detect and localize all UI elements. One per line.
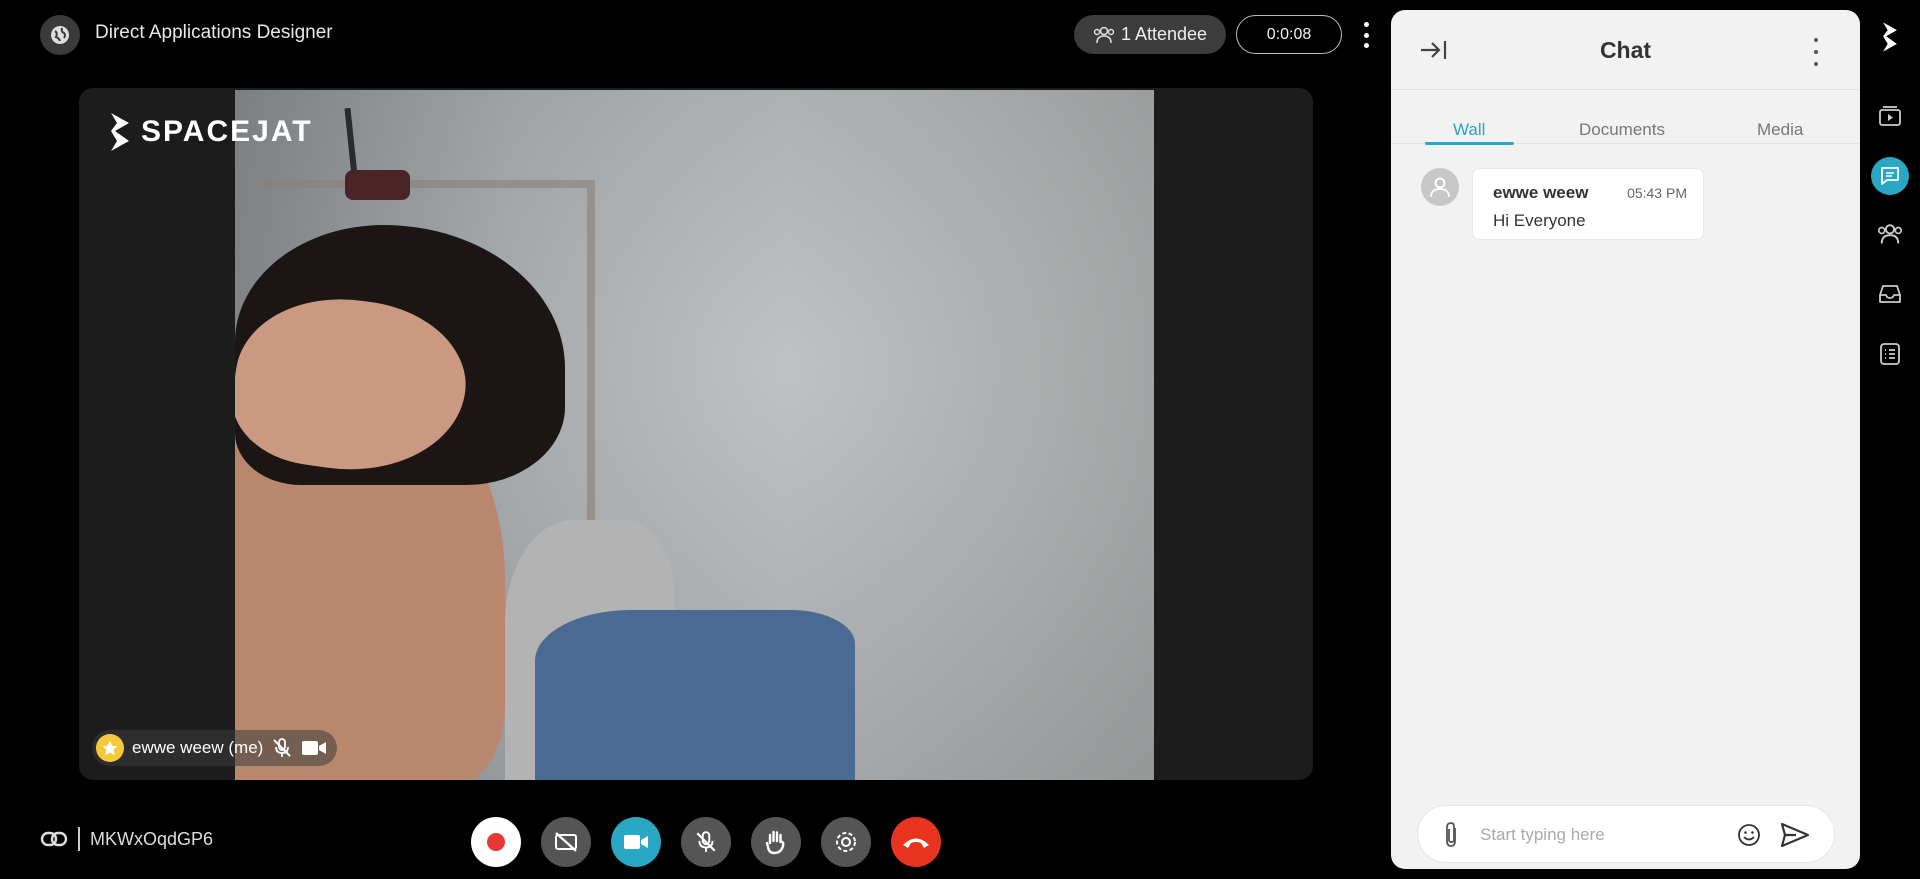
wall-mount [345, 170, 410, 200]
screen-share-off-button[interactable] [541, 817, 591, 867]
message-input[interactable] [1480, 820, 1730, 850]
attach-button[interactable] [1442, 821, 1460, 854]
rail-media[interactable] [1871, 97, 1909, 135]
divider [78, 827, 80, 851]
user-icon [1430, 177, 1450, 198]
meeting-timer: 0:0:08 [1236, 15, 1342, 54]
record-button[interactable] [471, 817, 521, 867]
chat-tabs: Wall Documents Media [1391, 108, 1860, 145]
denim-jacket [535, 610, 855, 780]
chat-panel: Chat Wall Documents Media ewwe weew 05:4… [1391, 10, 1860, 869]
right-rail [1860, 0, 1920, 879]
kebab-dot [1363, 43, 1369, 48]
chat-title: Chat [1599, 37, 1652, 63]
participant-name: ewwe weew (me) [132, 738, 264, 757]
rail-inbox[interactable] [1871, 275, 1909, 313]
meeting-link[interactable]: MKWxOqdGP6 [40, 827, 213, 851]
tab-media[interactable]: Media [1757, 120, 1803, 140]
chat-icon [1881, 167, 1899, 185]
paperclip-icon [1446, 822, 1456, 847]
settings-icon [836, 832, 856, 852]
rail-logo[interactable] [1871, 18, 1909, 56]
camera-feed [235, 90, 1154, 780]
camera-icon [302, 741, 327, 755]
rail-chat[interactable] [1871, 157, 1909, 195]
message-author: ewwe weew [1493, 183, 1589, 202]
people-icon [1093, 26, 1115, 43]
mic-button[interactable] [681, 817, 731, 867]
globe-icon [51, 26, 69, 44]
raise-hand-icon [765, 830, 785, 855]
raise-hand-button[interactable] [751, 817, 801, 867]
mic-off-icon [273, 738, 292, 757]
chat-message: ewwe weew 05:43 PM Hi Everyone [1472, 168, 1704, 240]
spacejat-logo-icon [111, 113, 129, 151]
kebab-dot [1814, 50, 1818, 54]
camera-icon [624, 835, 648, 849]
record-icon [487, 833, 505, 851]
send-icon [1780, 822, 1810, 848]
inbox-icon [1879, 285, 1901, 303]
spacejat-logo: SPACEJAT [107, 111, 313, 153]
brand-name: SPACEJAT [141, 115, 313, 148]
star-icon [96, 734, 124, 762]
hangup-icon [903, 838, 929, 848]
logo-icon [1883, 22, 1897, 52]
tab-wall[interactable]: Wall [1453, 120, 1485, 140]
meeting-code: MKWxOqdGP6 [90, 828, 214, 849]
chat-header: Chat [1391, 10, 1860, 90]
send-button[interactable] [1780, 822, 1810, 853]
participant-tag: ewwe weew (me) [92, 730, 338, 766]
media-play-icon [1879, 106, 1901, 126]
video-tile[interactable] [79, 88, 1313, 780]
list-icon [1880, 343, 1900, 365]
settings-button[interactable] [821, 817, 871, 867]
kebab-dot [1814, 38, 1818, 42]
attendees-button[interactable]: 1 Attendee [1074, 15, 1226, 54]
people-icon [1877, 224, 1903, 244]
mic-off-icon [696, 831, 716, 852]
hangup-button[interactable] [891, 817, 941, 867]
message-text: Hi Everyone [1493, 211, 1586, 230]
rail-people[interactable] [1871, 215, 1909, 253]
kebab-dot [1814, 62, 1818, 66]
link-icon [40, 831, 68, 847]
tab-documents[interactable]: Documents [1579, 120, 1665, 140]
kebab-dot [1363, 32, 1369, 38]
camera-off-icon [555, 832, 577, 852]
chat-options-button[interactable] [1811, 38, 1821, 66]
active-tab-indicator [1425, 142, 1514, 145]
meeting-app: Direct Applications Designer 1 Attendee … [0, 0, 1920, 879]
message-composer [1417, 805, 1835, 863]
message-time: 05:43 PM [1627, 185, 1687, 201]
meeting-title: Direct Applications Designer [95, 22, 333, 43]
attendees-count: 1 Attendee [1120, 24, 1208, 44]
globe-button[interactable] [40, 15, 80, 55]
more-options-button[interactable] [1356, 22, 1376, 48]
kebab-dot [1363, 22, 1369, 27]
rail-list[interactable] [1871, 335, 1909, 373]
emoji-icon [1738, 824, 1760, 846]
emoji-button[interactable] [1736, 822, 1762, 853]
camera-button[interactable] [611, 817, 661, 867]
avatar [1421, 168, 1459, 206]
